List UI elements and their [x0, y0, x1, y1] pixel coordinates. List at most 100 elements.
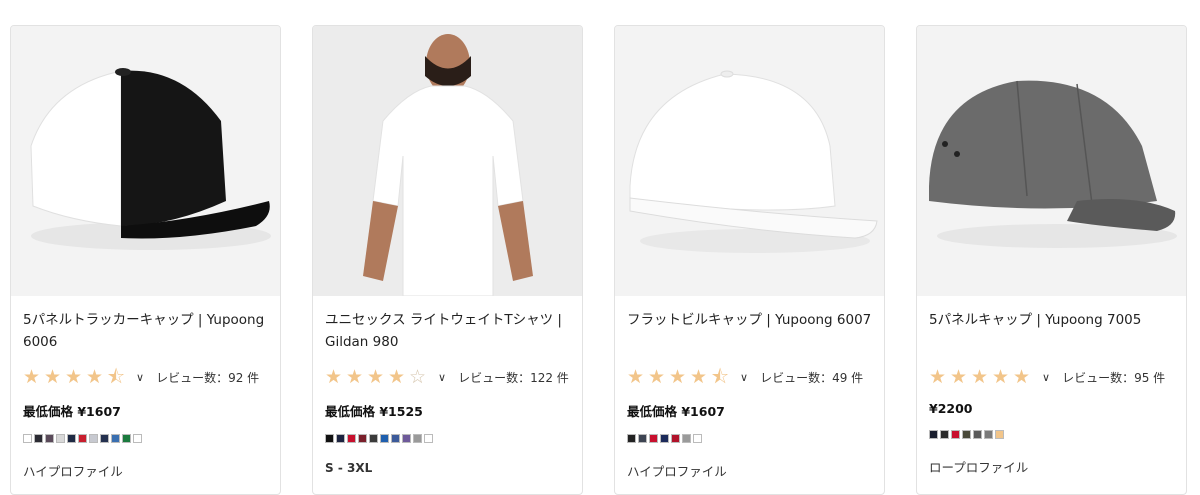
price: 最低価格 ¥1607 [627, 404, 725, 419]
color-swatch[interactable] [111, 434, 120, 443]
chevron-down-icon[interactable]: ∨ [1042, 371, 1050, 384]
star-icon: ★ [86, 366, 104, 388]
star-icon: ★ [950, 366, 968, 388]
star-rating: ★ ★ ★ ★ ★ [929, 367, 1034, 387]
color-swatch[interactable] [325, 434, 334, 443]
half-star-icon: ⯪ [107, 366, 125, 388]
color-swatch[interactable] [34, 434, 43, 443]
profile-label: ロープロファイル [929, 460, 1029, 475]
star-icon: ★ [690, 366, 708, 388]
product-title[interactable]: 5パネルトラッカーキャップ | Yupoong 6006 [23, 309, 268, 353]
product-image[interactable] [11, 26, 280, 296]
star-icon: ★ [346, 366, 364, 388]
star-icon: ★ [23, 366, 41, 388]
rating[interactable]: ★ ★ ★ ★ ★ ∨ レビュー数：95 件 [929, 367, 1174, 387]
star-icon: ★ [648, 366, 666, 388]
star-icon: ★ [1013, 366, 1031, 388]
star-icon: ★ [971, 366, 989, 388]
color-swatch[interactable] [45, 434, 54, 443]
color-swatch[interactable] [682, 434, 691, 443]
color-swatch[interactable] [951, 430, 960, 439]
color-swatch[interactable] [391, 434, 400, 443]
star-icon: ★ [388, 366, 406, 388]
product-card[interactable]: ユニセックス ライトウェイトTシャツ | Gildan 980 ★ ★ ★ ★ … [312, 25, 583, 495]
review-count: レビュー数：49 件 [760, 370, 864, 385]
product-grid: 5パネルトラッカーキャップ | Yupoong 6006 ★ ★ ★ ★ ⯪ ∨… [0, 0, 1200, 495]
product-card[interactable]: 5パネルキャップ | Yupoong 7005 ★ ★ ★ ★ ★ ∨ レビュー… [916, 25, 1187, 495]
t-shirt-image [313, 26, 582, 296]
star-icon: ★ [367, 366, 385, 388]
color-swatch[interactable] [671, 434, 680, 443]
color-swatch[interactable] [56, 434, 65, 443]
chevron-down-icon[interactable]: ∨ [740, 371, 748, 384]
color-swatch[interactable] [984, 430, 993, 439]
color-swatch[interactable] [122, 434, 131, 443]
color-swatch[interactable] [660, 434, 669, 443]
star-icon: ★ [992, 366, 1010, 388]
color-swatch[interactable] [67, 434, 76, 443]
color-swatches [627, 434, 872, 443]
product-title[interactable]: ユニセックス ライトウェイトTシャツ | Gildan 980 [325, 309, 570, 353]
color-swatches [929, 430, 1174, 439]
review-count: レビュー数：92 件 [156, 370, 260, 385]
price: 最低価格 ¥1525 [325, 404, 423, 419]
rating[interactable]: ★ ★ ★ ★ ☆ ∨ レビュー数：122 件 [325, 367, 570, 387]
product-title[interactable]: フラットビルキャップ | Yupoong 6007 [627, 309, 872, 331]
product-image[interactable] [313, 26, 582, 296]
color-swatch[interactable] [402, 434, 411, 443]
product-card[interactable]: 5パネルトラッカーキャップ | Yupoong 6006 ★ ★ ★ ★ ⯪ ∨… [10, 25, 281, 495]
color-swatch[interactable] [627, 434, 636, 443]
star-icon: ★ [325, 366, 343, 388]
half-star-icon: ⯪ [711, 366, 729, 388]
color-swatch[interactable] [973, 430, 982, 439]
flat-bill-cap-image [615, 26, 884, 296]
star-icon: ★ [929, 366, 947, 388]
color-swatch[interactable] [336, 434, 345, 443]
chevron-down-icon[interactable]: ∨ [136, 371, 144, 384]
color-swatch[interactable] [929, 430, 938, 439]
product-image[interactable] [917, 26, 1186, 296]
color-swatch[interactable] [358, 434, 367, 443]
price: ¥2200 [929, 401, 973, 416]
rating[interactable]: ★ ★ ★ ★ ⯪ ∨ レビュー数：92 件 [23, 367, 268, 387]
review-count: レビュー数：122 件 [458, 370, 569, 385]
review-count: レビュー数：95 件 [1062, 370, 1166, 385]
color-swatch[interactable] [380, 434, 389, 443]
rating[interactable]: ★ ★ ★ ★ ⯪ ∨ レビュー数：49 件 [627, 367, 872, 387]
color-swatch[interactable] [995, 430, 1004, 439]
chevron-down-icon[interactable]: ∨ [438, 371, 446, 384]
color-swatches [23, 434, 268, 443]
color-swatch[interactable] [369, 434, 378, 443]
color-swatch[interactable] [89, 434, 98, 443]
color-swatch[interactable] [693, 434, 702, 443]
profile-label: ハイプロファイル [23, 464, 123, 479]
size-range: S - 3XL [325, 461, 373, 475]
color-swatch[interactable] [940, 430, 949, 439]
product-card[interactable]: フラットビルキャップ | Yupoong 6007 ★ ★ ★ ★ ⯪ ∨ レビ… [614, 25, 885, 495]
color-swatches [325, 434, 570, 443]
color-swatch[interactable] [413, 434, 422, 443]
profile-label: ハイプロファイル [627, 464, 727, 479]
color-swatch[interactable] [649, 434, 658, 443]
star-icon: ★ [65, 366, 83, 388]
product-image[interactable] [615, 26, 884, 296]
color-swatch[interactable] [133, 434, 142, 443]
color-swatch[interactable] [962, 430, 971, 439]
star-icon: ★ [669, 366, 687, 388]
color-swatch[interactable] [347, 434, 356, 443]
star-icon: ★ [627, 366, 645, 388]
star-rating: ★ ★ ★ ★ ⯪ [23, 367, 128, 387]
star-rating: ★ ★ ★ ★ ⯪ [627, 367, 732, 387]
trucker-cap-image [11, 26, 280, 296]
color-swatch[interactable] [638, 434, 647, 443]
empty-star-icon: ☆ [409, 366, 427, 388]
color-swatch[interactable] [78, 434, 87, 443]
color-swatch[interactable] [424, 434, 433, 443]
price: 最低価格 ¥1607 [23, 404, 121, 419]
five-panel-cap-image [917, 26, 1186, 296]
color-swatch[interactable] [23, 434, 32, 443]
product-title[interactable]: 5パネルキャップ | Yupoong 7005 [929, 309, 1174, 331]
star-icon: ★ [44, 366, 62, 388]
star-rating: ★ ★ ★ ★ ☆ [325, 367, 430, 387]
color-swatch[interactable] [100, 434, 109, 443]
